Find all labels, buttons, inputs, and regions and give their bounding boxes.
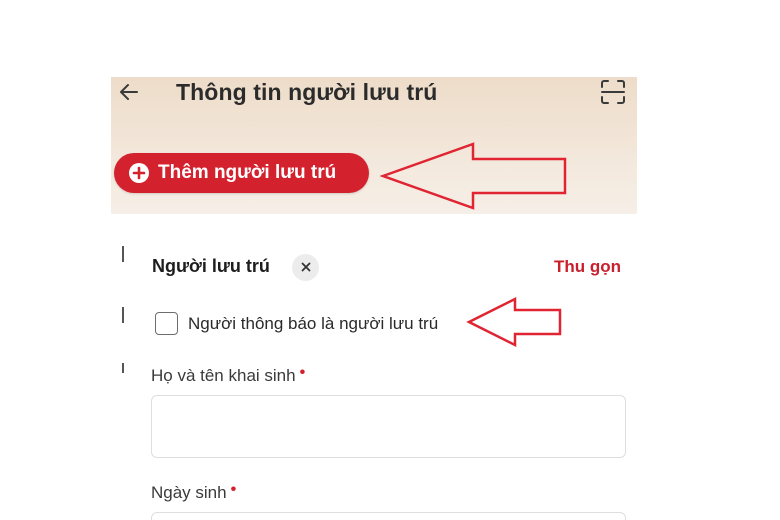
required-marker: • [230,481,237,498]
required-marker: • [299,364,306,381]
close-icon [301,259,311,277]
fullname-input[interactable] [151,395,626,458]
collapse-link[interactable]: Thu gọn [554,257,621,277]
dob-input[interactable] [151,512,626,520]
edge-mark [122,246,124,262]
annotation-arrow-small [466,296,562,348]
page-title: Thông tin người lưu trú [176,79,438,105]
add-resident-label: Thêm người lưu trú [158,162,337,183]
arrow-left-icon[interactable] [117,80,141,104]
notifier-is-resident-checkbox[interactable] [155,312,178,335]
annotation-arrow-large [380,142,567,210]
edge-mark [122,363,124,373]
section-title: Người lưu trú [152,256,270,276]
add-resident-button[interactable]: Thêm người lưu trú [114,153,369,193]
dob-label: Ngày sinh • [151,481,237,503]
scan-frame-icon[interactable] [599,78,627,106]
fullname-label-text: Họ và tên khai sinh [151,366,296,385]
edge-mark [122,307,124,323]
remove-resident-button[interactable] [292,254,319,281]
plus-circle-icon [129,163,149,183]
checkbox-label[interactable]: Người thông báo là người lưu trú [188,314,438,334]
dob-label-text: Ngày sinh [151,483,227,502]
fullname-label: Họ và tên khai sinh • [151,364,306,386]
